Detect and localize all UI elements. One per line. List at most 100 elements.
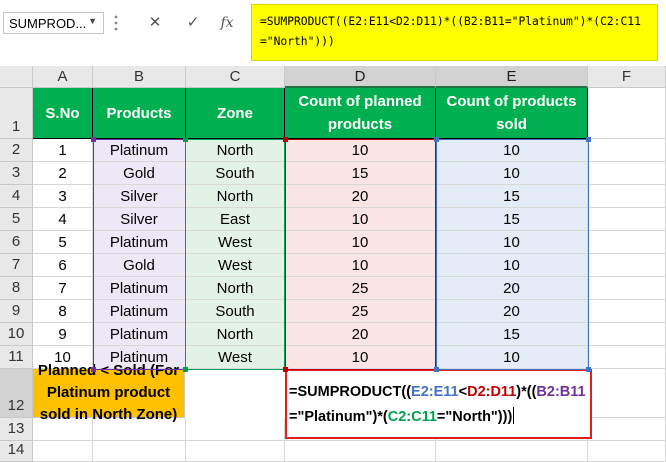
table-cell[interactable]: 1 [33, 139, 93, 162]
table-cell[interactable]: 15 [436, 323, 588, 346]
empty-cell[interactable] [588, 162, 666, 185]
header-cell-sno[interactable]: S.No [33, 88, 93, 139]
table-cell[interactable]: Silver [93, 185, 186, 208]
empty-cell[interactable] [436, 441, 588, 462]
result-label-cell[interactable]: Planned < Sold (For Platinum product sol… [33, 362, 185, 423]
table-cell[interactable]: 20 [436, 277, 588, 300]
table-cell[interactable]: 10 [436, 346, 588, 369]
table-cell[interactable]: North [186, 323, 285, 346]
row-header-8[interactable]: 8 [0, 277, 33, 300]
row-header-13[interactable]: 13 [0, 418, 33, 441]
header-cell-products[interactable]: Products [93, 88, 186, 139]
table-cell[interactable]: East [186, 208, 285, 231]
row-header-9[interactable]: 9 [0, 300, 33, 323]
row-header-3[interactable]: 3 [0, 162, 33, 185]
table-cell[interactable]: 7 [33, 277, 93, 300]
row-header-14[interactable]: 14 [0, 441, 33, 462]
empty-cell[interactable] [588, 277, 666, 300]
table-cell[interactable]: Platinum [93, 323, 186, 346]
table-cell[interactable]: Gold [93, 162, 186, 185]
table-cell[interactable]: Platinum [93, 300, 186, 323]
header-cell-planned[interactable]: Count of planned products [285, 88, 436, 139]
formula-input[interactable]: =SUMPRODUCT((E2:E11<D2:D11)*((B2:B11="Pl… [251, 4, 658, 61]
table-cell[interactable]: North [186, 139, 285, 162]
column-header-a[interactable]: A [33, 66, 93, 88]
table-cell[interactable]: West [186, 231, 285, 254]
table-cell[interactable]: 3 [33, 185, 93, 208]
table-cell[interactable]: 15 [436, 208, 588, 231]
drag-handle[interactable] [114, 14, 118, 32]
table-cell[interactable]: Gold [93, 254, 186, 277]
cancel-icon[interactable]: ✕ [145, 12, 165, 34]
header-cell-sold[interactable]: Count of products sold [436, 88, 588, 139]
insert-function-icon[interactable]: fx [216, 12, 238, 34]
column-header-c[interactable]: C [186, 66, 285, 88]
row-header-12[interactable]: 12 [0, 369, 33, 418]
row-header-11[interactable]: 11 [0, 346, 33, 369]
table-cell[interactable]: West [186, 346, 285, 369]
table-cell[interactable]: 5 [33, 231, 93, 254]
table-cell[interactable]: Platinum [93, 277, 186, 300]
table-cell[interactable]: 10 [436, 231, 588, 254]
table-cell[interactable]: 10 [285, 139, 436, 162]
table-cell[interactable]: West [186, 254, 285, 277]
empty-cell[interactable] [588, 139, 666, 162]
select-all-corner[interactable] [0, 66, 33, 88]
table-cell[interactable]: 10 [436, 254, 588, 277]
table-cell[interactable]: Platinum [93, 231, 186, 254]
table-cell[interactable]: 25 [285, 277, 436, 300]
name-box[interactable]: SUMPROD... ▼ [3, 12, 104, 34]
header-cell-zone[interactable]: Zone [186, 88, 285, 139]
empty-cell[interactable] [285, 441, 436, 462]
table-cell[interactable]: 10 [285, 346, 436, 369]
row-header-2[interactable]: 2 [0, 139, 33, 162]
empty-cell[interactable] [33, 441, 93, 462]
table-cell[interactable]: 20 [285, 185, 436, 208]
empty-cell[interactable] [588, 208, 666, 231]
formula-edit-cell[interactable]: =SUMPRODUCT((E2:E11<D2:D11)*((B2:B11 ="Pl… [285, 369, 592, 439]
empty-cell[interactable] [93, 441, 186, 462]
empty-cell[interactable] [592, 369, 666, 418]
table-cell[interactable]: 15 [436, 185, 588, 208]
empty-cell[interactable] [186, 441, 285, 462]
empty-cell[interactable] [588, 346, 666, 369]
table-cell[interactable]: 2 [33, 162, 93, 185]
table-cell[interactable]: North [186, 185, 285, 208]
column-header-d[interactable]: D [285, 66, 436, 88]
table-cell[interactable]: 15 [285, 162, 436, 185]
table-cell[interactable]: 9 [33, 323, 93, 346]
row-header-6[interactable]: 6 [0, 231, 33, 254]
table-cell[interactable]: South [186, 300, 285, 323]
table-cell[interactable]: 20 [436, 300, 588, 323]
table-cell[interactable]: 20 [285, 323, 436, 346]
row-header-10[interactable]: 10 [0, 323, 33, 346]
empty-cell[interactable] [588, 323, 666, 346]
table-cell[interactable]: Platinum [93, 139, 186, 162]
table-cell[interactable]: 10 [436, 139, 588, 162]
empty-cell[interactable] [588, 231, 666, 254]
table-cell[interactable]: 4 [33, 208, 93, 231]
table-cell[interactable]: 6 [33, 254, 93, 277]
table-cell[interactable]: 10 [285, 208, 436, 231]
table-cell[interactable]: 8 [33, 300, 93, 323]
empty-cell[interactable] [588, 418, 666, 441]
column-header-e[interactable]: E [436, 66, 588, 88]
check-icon[interactable]: ✓ [183, 12, 203, 34]
empty-cell[interactable] [588, 185, 666, 208]
empty-cell[interactable] [588, 441, 666, 462]
empty-cell[interactable] [588, 300, 666, 323]
chevron-down-icon[interactable]: ▼ [88, 16, 97, 26]
table-cell[interactable]: 10 [285, 231, 436, 254]
row-header-1[interactable]: 1 [0, 88, 33, 139]
column-header-f[interactable]: F [588, 66, 666, 88]
empty-cell[interactable] [186, 418, 285, 441]
row-header-7[interactable]: 7 [0, 254, 33, 277]
empty-cell[interactable] [588, 254, 666, 277]
row-header-4[interactable]: 4 [0, 185, 33, 208]
empty-cell[interactable] [588, 88, 666, 139]
table-cell[interactable]: Silver [93, 208, 186, 231]
table-cell[interactable]: 10 [436, 162, 588, 185]
row-header-5[interactable]: 5 [0, 208, 33, 231]
table-cell[interactable]: 10 [285, 254, 436, 277]
table-cell[interactable]: North [186, 277, 285, 300]
